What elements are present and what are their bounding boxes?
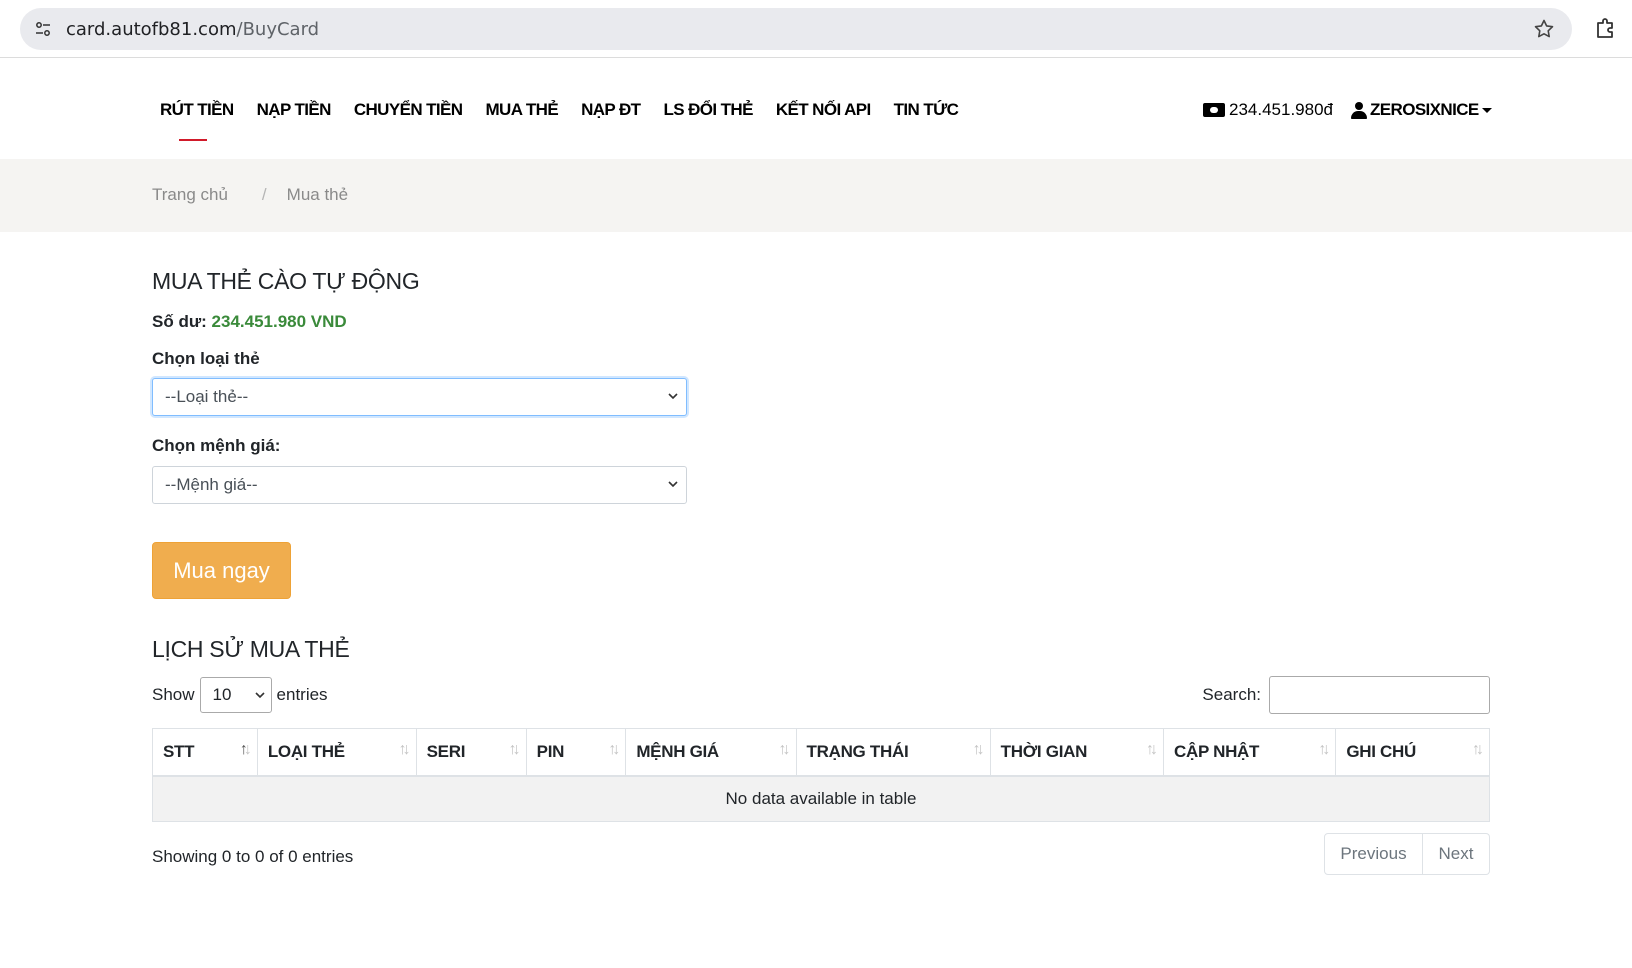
money-bill-icon [1203, 103, 1225, 117]
url-host: card.autofb81.com [66, 19, 237, 40]
sort-icon: ↑↓ [1472, 741, 1484, 758]
balance-value: 234.451.980 VND [211, 312, 347, 331]
show-label: Show [152, 685, 195, 704]
column-header-label: CẬP NHẬT [1174, 741, 1260, 761]
search-label: Search: [1202, 685, 1261, 704]
column-header-thoi-gian[interactable]: THỜI GIAN ↑↓ [989, 728, 1165, 777]
header-balance-value: 234.451.980đ [1229, 100, 1333, 119]
empty-table-message: No data available in table [152, 775, 1490, 822]
account-balance: Số dư: 234.451.980 VND [152, 312, 347, 332]
breadcrumb-current: Mua thẻ [286, 185, 349, 204]
nav-ket-noi-api[interactable]: KẾT NỐI API [776, 100, 871, 120]
page-title: MUA THẺ CÀO TỰ ĐỘNG [152, 268, 420, 294]
column-header-menh-gia[interactable]: MỆNH GIÁ ↑↓ [625, 728, 797, 777]
site-settings-icon[interactable] [32, 18, 54, 40]
buy-now-button[interactable]: Mua ngay [152, 542, 291, 599]
column-header-label: TRẠNG THÁI [806, 741, 909, 761]
sort-icon: ↑↓ [608, 741, 620, 758]
column-header-cap-nhat[interactable]: CẬP NHẬT ↑↓ [1162, 728, 1337, 777]
page-length-select[interactable]: 10 [199, 677, 272, 713]
column-header-label: PIN [536, 741, 565, 761]
main-menu: RÚT TIỀN NẠP TIỀN CHUYỂN TIỀN MUA THẺ NẠ… [160, 100, 981, 141]
sort-ascending-icon: ↑↓ [239, 741, 252, 758]
column-header-seri[interactable]: SERI ↑↓ [415, 728, 527, 777]
denomination-select[interactable]: --Mệnh giá-- [152, 466, 687, 504]
nav-chuyen-tien[interactable]: CHUYỂN TIỀN [354, 100, 463, 120]
sort-icon: ↑↓ [778, 741, 791, 758]
table-info: Showing 0 to 0 of 0 entries [152, 847, 354, 866]
sort-icon: ↑↓ [508, 741, 521, 758]
breadcrumb-home[interactable]: Trang chủ [152, 185, 228, 205]
url-text[interactable]: card.autofb81.com/BuyCard [66, 19, 319, 40]
column-header-label: LOẠI THẺ [267, 741, 345, 761]
page-length-control: Show 10 entries [152, 676, 328, 714]
sort-icon: ↑↓ [1318, 741, 1330, 758]
url-path: /BuyCard [236, 19, 320, 40]
username: ZEROSIXNICE [1370, 100, 1479, 119]
breadcrumb: Trang chủ / Mua thẻ [152, 185, 348, 205]
table-row: No data available in table [152, 775, 1490, 822]
column-header-ghi-chu[interactable]: GHI CHÚ ↑↓ [1335, 728, 1490, 777]
denomination-label: Chọn mệnh giá: [152, 436, 281, 455]
nav-tin-tuc[interactable]: TIN TỨC [894, 100, 959, 120]
user-menu-toggle[interactable]: ZEROSIXNICE [1351, 100, 1492, 120]
nav-nap-dt[interactable]: NẠP ĐT [581, 100, 641, 120]
sort-icon: ↑↓ [1146, 741, 1158, 758]
pagination: Previous Next [1324, 833, 1490, 875]
extensions-puzzle-icon[interactable] [1594, 16, 1618, 40]
nav-mua-the[interactable]: MUA THẺ [485, 100, 558, 120]
nav-nap-tien[interactable]: NẠP TIỀN [257, 100, 332, 120]
chevron-down-icon [668, 481, 678, 488]
sort-icon: ↑↓ [972, 741, 985, 758]
sort-icon: ↑↓ [398, 741, 411, 758]
browser-toolbar: card.autofb81.com/BuyCard [0, 0, 1632, 58]
column-header-label: THỜI GIAN [1000, 741, 1088, 761]
card-type-label: Chọn loại thẻ [152, 349, 260, 368]
header-balance[interactable]: 234.451.980đ [1203, 100, 1333, 120]
bookmark-star-icon[interactable] [1532, 17, 1556, 41]
chevron-down-icon [254, 692, 265, 699]
breadcrumb-bar: Trang chủ / Mua thẻ [0, 159, 1632, 232]
table-header-row: STT ↑↓ LOẠI THẺ ↑↓ SERI ↑↓ PIN ↑↓ MỆNH GIÁ ↑↓… [152, 728, 1490, 777]
history-table: STT ↑↓ LOẠI THẺ ↑↓ SERI ↑↓ PIN ↑↓ MỆNH GIÁ ↑↓… [152, 728, 1490, 822]
balance-label: Số dư: [152, 312, 207, 331]
column-header-trang-thai[interactable]: TRẠNG THÁI ↑↓ [795, 728, 991, 777]
denomination-value: --Mệnh giá-- [165, 475, 258, 494]
column-header-label: STT [163, 741, 195, 761]
caret-down-icon [1481, 107, 1492, 113]
previous-page-button[interactable]: Previous [1324, 833, 1423, 875]
column-header-pin[interactable]: PIN ↑↓ [525, 728, 627, 777]
search-input[interactable] [1269, 676, 1490, 714]
page-length-value: 10 [212, 685, 232, 704]
history-title: LỊCH SỬ MUA THẺ [152, 636, 350, 662]
column-header-label: MỆNH GIÁ [636, 741, 719, 761]
nav-rut-tien[interactable]: RÚT TIỀN [160, 100, 234, 141]
nav-ls-doi-the[interactable]: LS ĐỔI THẺ [663, 100, 753, 120]
column-header-label: SERI [426, 741, 466, 761]
column-header-stt[interactable]: STT ↑↓ [152, 728, 258, 777]
top-navigation: RÚT TIỀN NẠP TIỀN CHUYỂN TIỀN MUA THẺ NẠ… [0, 58, 1632, 159]
entries-label: entries [276, 685, 328, 704]
column-header-label: GHI CHÚ [1346, 741, 1416, 761]
address-bar[interactable]: card.autofb81.com/BuyCard [20, 8, 1572, 50]
card-type-select[interactable]: --Loại thẻ-- [152, 378, 687, 416]
column-header-loai-the[interactable]: LOẠI THẺ ↑↓ [256, 728, 417, 777]
breadcrumb-separator: / [261, 185, 267, 204]
chevron-down-icon [668, 393, 678, 400]
card-type-value: --Loại thẻ-- [165, 387, 249, 406]
user-icon [1351, 101, 1367, 119]
next-page-button[interactable]: Next [1423, 833, 1490, 875]
table-search: Search: [1202, 676, 1490, 714]
